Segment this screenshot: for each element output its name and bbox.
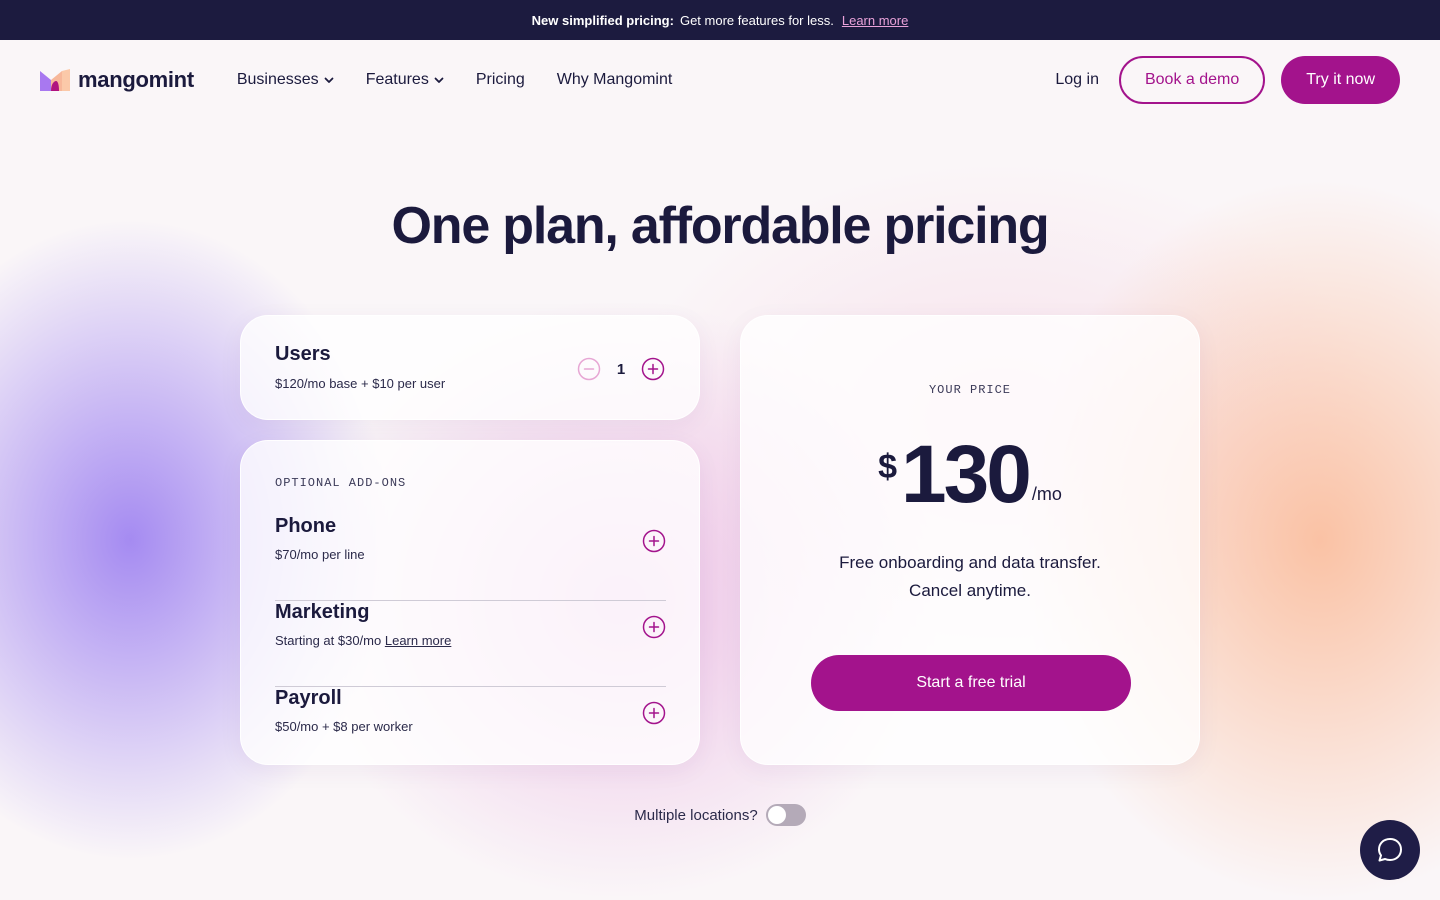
minus-circle-icon[interactable]	[577, 357, 601, 381]
addon-name: Payroll	[275, 687, 342, 709]
nav-pricing[interactable]: Pricing	[476, 71, 525, 89]
users-subtitle: $120/mo base + $10 per user	[275, 376, 446, 391]
chevron-down-icon	[434, 77, 444, 83]
addons-card: OPTIONAL ADD-ONS Phone $70/mo per line M…	[240, 440, 700, 765]
plus-circle-icon[interactable]	[642, 529, 666, 553]
marketing-learn-more-link[interactable]: Learn more	[385, 633, 451, 648]
try-it-now-button[interactable]: Try it now	[1281, 56, 1400, 104]
plus-circle-icon[interactable]	[641, 357, 665, 381]
multiple-locations-row: Multiple locations?	[0, 804, 1440, 826]
price-period: /mo	[1031, 484, 1062, 504]
addon-subtitle: $50/mo + $8 per worker	[275, 719, 413, 734]
addon-payroll: Payroll $50/mo + $8 per worker	[275, 687, 666, 773]
nav-features[interactable]: Features	[366, 71, 444, 89]
main-nav: Businesses Features Pricing Why Mangomin…	[237, 71, 672, 89]
addons-label: OPTIONAL ADD-ONS	[275, 476, 407, 490]
price-note-line-1: Free onboarding and data transfer.	[839, 553, 1101, 572]
site-header: mangomint Businesses Features Pricing Wh…	[0, 40, 1440, 120]
price-note-line-2: Cancel anytime.	[909, 581, 1031, 600]
book-demo-button[interactable]: Book a demo	[1118, 56, 1266, 104]
multiple-locations-toggle[interactable]	[765, 804, 806, 826]
addon-name: Marketing	[275, 601, 370, 623]
logo[interactable]: mangomint	[40, 67, 194, 93]
users-title: Users	[275, 343, 331, 365]
addon-price: $70/mo per line	[275, 547, 365, 562]
addon-name: Phone	[275, 515, 337, 537]
login-link[interactable]: Log in	[1055, 71, 1099, 89]
users-quantity-stepper: 1	[577, 357, 665, 381]
announcement-bold: New simplified pricing:	[531, 12, 674, 28]
addon-subtitle: $70/mo per line	[275, 547, 365, 562]
addon-marketing: Marketing Starting at $30/mo Learn more	[275, 601, 666, 687]
your-price-label: YOUR PRICE	[928, 383, 1011, 397]
nav-pricing-label: Pricing	[475, 71, 525, 88]
announcement-bar: New simplified pricing: Get more feature…	[0, 0, 1440, 40]
nav-why-mangomint-label: Why Mangomint	[556, 71, 673, 88]
users-card: Users $120/mo base + $10 per user 1	[240, 315, 700, 420]
chevron-down-icon	[324, 77, 334, 83]
chat-icon	[1378, 838, 1402, 862]
plus-circle-icon[interactable]	[642, 701, 666, 725]
nav-businesses-label: Businesses	[236, 71, 319, 88]
logo-text: mangomint	[78, 67, 194, 92]
toggle-knob	[767, 806, 786, 824]
multiple-locations-label: Multiple locations?	[634, 806, 758, 824]
announcement-learn-more-link[interactable]: Learn more	[842, 13, 908, 28]
price-display: $ 130 /mo	[741, 434, 1199, 516]
addon-subtitle: Starting at $30/mo Learn more	[275, 633, 451, 648]
nav-businesses[interactable]: Businesses	[237, 71, 334, 89]
page-background	[0, 0, 1440, 900]
plus-circle-icon[interactable]	[642, 615, 666, 639]
price-currency: $	[878, 448, 898, 486]
addon-phone: Phone $70/mo per line	[275, 515, 666, 601]
mangomint-logo-icon	[40, 69, 70, 91]
nav-why-mangomint[interactable]: Why Mangomint	[557, 71, 673, 89]
addon-price: $50/mo + $8 per worker	[275, 719, 413, 734]
nav-features-label: Features	[365, 71, 429, 88]
price-card: YOUR PRICE $ 130 /mo Free onboarding and…	[740, 315, 1200, 765]
announcement-text: Get more features for less.	[679, 12, 834, 28]
start-free-trial-button[interactable]: Start a free trial	[811, 655, 1131, 711]
addon-price: Starting at $30/mo	[275, 633, 382, 648]
price-amount: 130	[901, 429, 1032, 520]
price-note: Free onboarding and data transfer. Cance…	[741, 549, 1199, 605]
header-actions: Log in Book a demo Try it now	[1055, 56, 1400, 104]
chat-button[interactable]	[1360, 820, 1420, 880]
page-title: One plan, affordable pricing	[391, 197, 1050, 255]
users-quantity-value: 1	[616, 360, 626, 378]
